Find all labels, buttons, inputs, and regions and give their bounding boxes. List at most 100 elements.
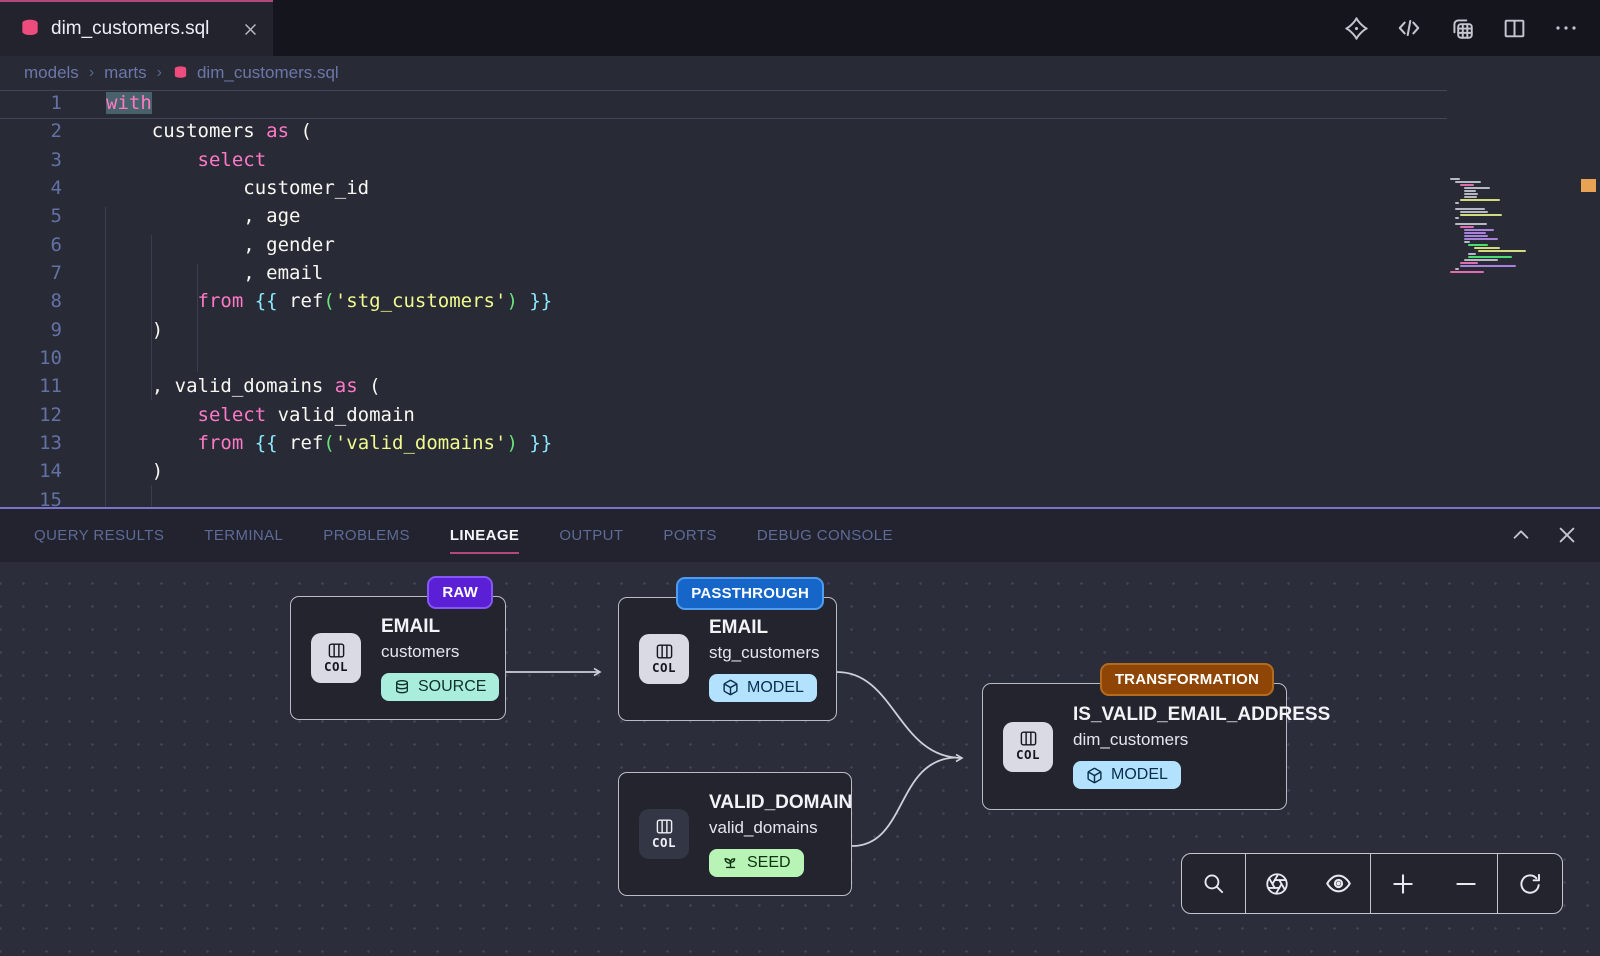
tab-dim-customers[interactable]: dim_customers.sql [0,0,273,56]
line-number: 14 [0,457,62,485]
panel-tab-terminal[interactable]: TERMINAL [204,521,283,550]
column-chip: COL [311,633,361,683]
type-badge-source[interactable]: SOURCE [381,673,499,701]
close-panel-icon[interactable] [1556,524,1578,546]
code-line[interactable]: 4 customer_id [0,174,1447,202]
code-text: customers as ( [106,117,312,145]
code-line[interactable]: 6 , gender [0,231,1447,259]
minimap-line [1464,238,1498,240]
search-icon[interactable] [1201,871,1226,896]
zoom-out-icon[interactable] [1453,871,1479,897]
ide-window: dim_customers.sql [0,0,1600,956]
code-line[interactable]: 11 , valid_domains as ( [0,372,1447,400]
minimap-line [1460,211,1488,213]
column-name: VALID_DOMAIN [709,792,852,814]
breadcrumb-models[interactable]: models [24,63,79,83]
minimap-line [1464,241,1470,243]
code-text: from {{ ref('valid_domains') }} [106,429,552,457]
columns-icon [327,643,346,658]
minimap-line [1464,229,1494,231]
code-editor[interactable]: 1with2 customers as (3 select4 customer_… [0,90,1600,507]
columns-icon [1019,731,1038,746]
code-text: , gender [106,231,335,259]
eye-icon[interactable] [1325,870,1352,897]
more-actions-icon[interactable] [1554,16,1578,40]
minimap-line [1468,256,1512,258]
breadcrumb-separator: › [157,64,162,82]
type-badge-seed[interactable]: SEED [709,849,804,877]
close-tab-icon[interactable] [242,21,259,38]
table-name: valid_domains [709,818,818,838]
breadcrumb-file[interactable]: dim_customers.sql [172,63,339,83]
panel-tab-problems[interactable]: PROBLEMS [323,521,410,550]
editor-tab-bar: dim_customers.sql [0,0,1600,56]
panel-tab-bar: QUERY RESULTS TERMINAL PROBLEMS LINEAGE OUTP… [0,507,1600,562]
database-icon [20,19,40,39]
code-line[interactable]: 1with [0,90,1447,117]
code-text: select [106,146,266,174]
code-icon[interactable] [1396,15,1422,41]
database-icon [172,65,189,82]
code-line[interactable]: 13 from {{ ref('valid_domains') }} [0,429,1447,457]
code-text: , age [106,202,300,230]
overview-ruler-marker [1581,179,1596,192]
code-line[interactable]: 3 select [0,146,1447,174]
code-line[interactable]: 12 select valid_domain [0,401,1447,429]
split-editor-icon[interactable] [1502,16,1527,41]
lineage-canvas[interactable]: RAWCOLEMAILcustomersSOURCEPASSTHROUGHCOL… [0,562,1600,956]
minimap-line [1460,265,1516,267]
code-text: customer_id [106,174,369,202]
code-text: select valid_domain [106,401,415,429]
breadcrumb-marts[interactable]: marts [104,63,147,83]
line-number: 3 [0,146,62,174]
panel-tab-debug-console[interactable]: DEBUG CONSOLE [757,521,893,550]
code-line[interactable]: 14 ) [0,457,1447,485]
minimap-line [1450,271,1484,273]
toolbar-section [1498,854,1562,913]
panel-tab-output[interactable]: OUTPUT [559,521,623,550]
panel-tab-lineage[interactable]: LINEAGE [450,521,519,550]
code-line[interactable]: 10 [0,344,1447,372]
minimap-line [1460,226,1474,228]
zoom-in-icon[interactable] [1390,871,1416,897]
code-line[interactable]: 8 from {{ ref('stg_customers') }} [0,287,1447,315]
table-name: dim_customers [1073,730,1188,750]
code-line[interactable]: 15 [0,486,1447,507]
indent-guide [105,207,106,507]
refresh-icon[interactable] [1517,871,1543,897]
minimap-line [1460,214,1502,216]
edge-stg_customers-to-dim_customers [837,672,962,758]
columns-icon [655,644,674,659]
type-badge-model[interactable]: MODEL [709,674,817,702]
code-line[interactable]: 7 , email [0,259,1447,287]
minimap-line [1464,187,1490,189]
aperture-icon[interactable] [1264,871,1290,897]
column-name: EMAIL [709,617,768,639]
code-line[interactable]: 2 customers as ( [0,117,1447,145]
panel-actions [1510,507,1578,562]
code-line[interactable]: 5 , age [0,202,1447,230]
tag-badge-transformation: TRANSFORMATION [1100,663,1274,696]
breadcrumb-separator: › [89,64,94,82]
table-name: stg_customers [709,643,820,663]
panel-tab-ports[interactable]: PORTS [663,521,716,550]
dbt-logo-icon[interactable] [1344,16,1369,41]
lineage-node-stg_customers[interactable]: PASSTHROUGHCOLEMAILstg_customersMODEL [618,597,837,721]
collapse-panel-icon[interactable] [1510,524,1532,546]
code-line[interactable]: 9 ) [0,316,1447,344]
minimap-line [1478,250,1526,252]
minimap-line [1468,253,1476,255]
panel-tab-query-results[interactable]: QUERY RESULTS [34,521,164,550]
minimap-line [1464,190,1476,192]
minimap-line [1464,232,1486,234]
minimap[interactable] [1450,178,1578,274]
lineage-node-customers[interactable]: RAWCOLEMAILcustomersSOURCE [290,596,506,720]
lineage-node-valid_domains[interactable]: COL VALID_DOMAIN valid_domains SEED [618,772,852,896]
lineage-node-dim_customers[interactable]: TRANSFORMATIONCOLIS_VALID_EMAIL_ADDRESSd… [982,683,1287,810]
minimap-line [1464,235,1488,237]
query-results-table-icon[interactable] [1449,15,1475,41]
type-badge-model[interactable]: MODEL [1073,761,1181,789]
toolbar-section [1371,854,1498,913]
column-chip: COL [639,809,689,859]
minimap-line [1464,196,1477,198]
